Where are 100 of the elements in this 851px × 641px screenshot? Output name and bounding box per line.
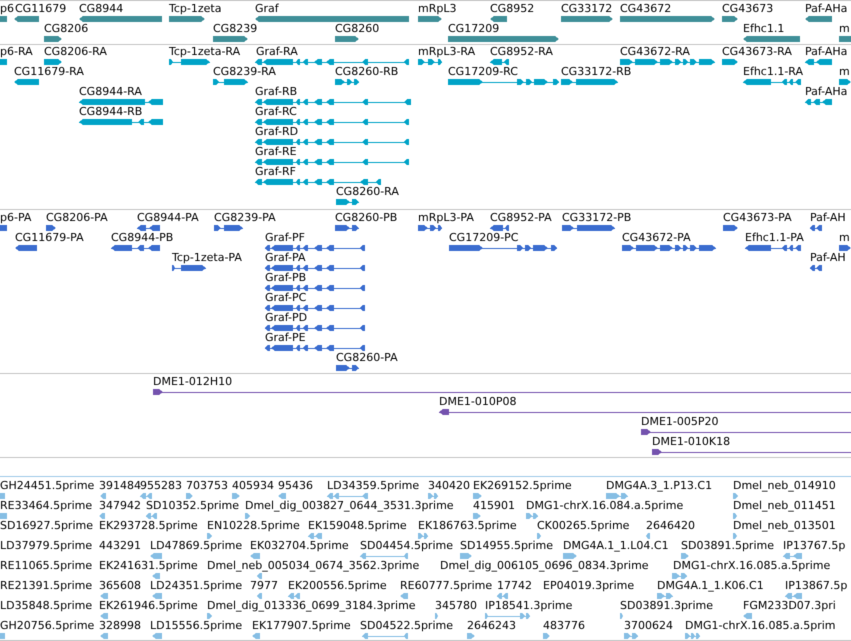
transcript-label: m bbox=[839, 66, 850, 78]
est-label: 391484 bbox=[99, 480, 141, 492]
est-label: LD35848.5prime bbox=[0, 600, 92, 612]
est-label: RE33464.5prime bbox=[0, 500, 92, 512]
est-label: EK159048.5prime bbox=[308, 520, 407, 532]
clone-label: DME1-010P08 bbox=[439, 396, 517, 408]
est-label: DMG4A.1_1.L04.C1 bbox=[563, 540, 669, 552]
est-label: SD03891.5prime bbox=[681, 540, 774, 552]
est-label: Dmel_dig_013336_0699_3184.3prime bbox=[207, 600, 416, 612]
protein-label: CG8206-PA bbox=[46, 212, 108, 224]
est-label: 95436 bbox=[278, 480, 313, 492]
est-label: RE60777.5prime bbox=[400, 580, 492, 592]
est-label: EK200556.5prime bbox=[288, 580, 387, 592]
est-label: Dmel_neb_013501 bbox=[733, 520, 836, 532]
gene-label: CG8944 bbox=[79, 3, 124, 15]
protein-label: Paf-AH bbox=[810, 212, 846, 224]
transcript-label: CG8944-RA bbox=[79, 86, 142, 98]
transcript-label: CG8239-RA bbox=[213, 66, 276, 78]
est-label: LD37979.5prime bbox=[0, 540, 92, 552]
gene-label: p6 bbox=[0, 3, 14, 15]
protein-label: Graf-PF bbox=[265, 232, 305, 244]
est-label: LD15556.5prime bbox=[150, 620, 242, 632]
est-label: GH24451.5prime bbox=[0, 480, 94, 492]
protein-label: CG8952-PA bbox=[490, 212, 552, 224]
protein-label: CG8944-PB bbox=[111, 232, 174, 244]
est-label: 3700624 bbox=[624, 620, 673, 632]
protein-label: CG43672-PA bbox=[622, 232, 691, 244]
protein-label: CG8260-PB bbox=[335, 212, 398, 224]
est-label: RE11065.5prime bbox=[0, 560, 92, 572]
protein-label: m bbox=[839, 232, 850, 244]
est-label: 2646420 bbox=[646, 520, 695, 532]
est-label: LD24351.5prime bbox=[150, 580, 242, 592]
gene-bar bbox=[839, 35, 851, 43]
gene-label: CG43672 bbox=[620, 3, 672, 15]
transcript-label: Graf-RE bbox=[255, 146, 297, 158]
transcript-label: CG43673-RA bbox=[722, 46, 792, 58]
gene-label: m bbox=[839, 23, 850, 35]
transcript-label: CG33172-RB bbox=[561, 66, 632, 78]
est-label: EN10228.5prime bbox=[207, 520, 300, 532]
est-label: FGM233D07.3pri bbox=[743, 600, 836, 612]
transcript-label: Paf-AHa bbox=[805, 86, 848, 98]
transcript-label: mRpL3-RA bbox=[418, 46, 476, 58]
est-label: 443291 bbox=[99, 540, 141, 552]
est-label: SD04522.5prime bbox=[360, 620, 453, 632]
est-label: 17742 bbox=[497, 580, 532, 592]
protein-label: CG8944-PA bbox=[137, 212, 199, 224]
protein-label: CG8260-PA bbox=[336, 352, 398, 364]
gene-label: CG8952 bbox=[490, 3, 534, 15]
protein-model bbox=[0, 224, 7, 232]
gene-label: Graf bbox=[255, 3, 279, 15]
est-label: 7977 bbox=[250, 580, 278, 592]
gene-bar bbox=[0, 15, 7, 23]
protein-label: CG11679-PA bbox=[15, 232, 84, 244]
est-label: DMG1-chrX.16.085.a.5prime bbox=[673, 560, 830, 572]
est-label: CK00265.5prime bbox=[537, 520, 630, 532]
protein-label: CG17209-PC bbox=[449, 232, 518, 244]
est-label: EK241631.5prime bbox=[99, 560, 198, 572]
protein-label: Tcp-1zeta-PA bbox=[172, 252, 242, 264]
transcript-label: CG8260-RA bbox=[336, 186, 399, 198]
est-label: EK032704.5prime bbox=[250, 540, 349, 552]
est-label: 347942 bbox=[99, 500, 141, 512]
est-label: DMG4A.1_1.K06.C1 bbox=[657, 580, 764, 592]
transcript-label: Paf-AHa bbox=[805, 46, 848, 58]
transcript-label: CG8260-RB bbox=[335, 66, 398, 78]
est-label: 328998 bbox=[99, 620, 141, 632]
transcript-label: Graf-RC bbox=[255, 106, 297, 118]
est-label: LD34359.5prime bbox=[327, 480, 420, 492]
est-label: RE21391.5prime bbox=[0, 580, 92, 592]
gene-label: CG17209 bbox=[448, 23, 500, 35]
est-label: Dmel_neb_014910 bbox=[733, 480, 836, 492]
clone-label: DME1-005P20 bbox=[641, 416, 719, 428]
est-label: DMG1-chrX.16.085.a.5prim bbox=[685, 620, 836, 632]
gene-label: CG43673 bbox=[722, 3, 774, 15]
transcript-model bbox=[0, 58, 7, 66]
protein-label: Paf-AH bbox=[810, 252, 846, 264]
est-label: Dmel_neb_005034_0674_3562.3prime bbox=[207, 560, 420, 572]
est-label: LD47869.5prime bbox=[150, 540, 242, 552]
transcript-label: CG11679-RA bbox=[14, 66, 84, 78]
protein-label: CG33172-PB bbox=[562, 212, 632, 224]
protein-label: Graf-PB bbox=[265, 272, 306, 284]
gene-label: Paf-AHa bbox=[805, 3, 848, 15]
est-label: EP04019.3prime bbox=[543, 580, 634, 592]
est-label: SD16927.5prime bbox=[0, 520, 93, 532]
transcript-label: Tcp-1zeta-RA bbox=[169, 46, 240, 58]
est-label: 345780 bbox=[435, 600, 477, 612]
protein-label: CG8239-PA bbox=[214, 212, 276, 224]
gene-label: mRpL3 bbox=[418, 3, 456, 15]
gene-label: CG8206 bbox=[44, 23, 88, 35]
protein-label: p6-PA bbox=[0, 212, 32, 224]
est-alignment bbox=[0, 492, 5, 500]
est-label: 405934 bbox=[232, 480, 274, 492]
est-label: 415901 bbox=[473, 500, 515, 512]
est-label: EK177907.5prime bbox=[252, 620, 351, 632]
est-label: IP13767.5p bbox=[783, 540, 846, 552]
est-label: SD04454.5prime bbox=[360, 540, 453, 552]
transcript-label: CG43672-RA bbox=[620, 46, 690, 58]
protein-label: mRpL3-PA bbox=[418, 212, 474, 224]
gene-label: Tcp-1zeta bbox=[169, 3, 222, 15]
protein-label: Efhc1.1-PA bbox=[745, 232, 804, 244]
est-label: Dmel_dig_006105_0696_0834.3prime bbox=[440, 560, 649, 572]
